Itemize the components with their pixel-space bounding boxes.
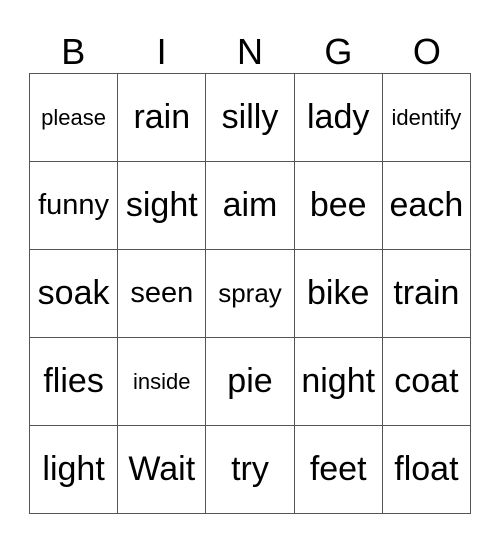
bingo-cell[interactable]: spray [206, 250, 295, 338]
bingo-cell[interactable]: night [294, 338, 383, 426]
bingo-cell[interactable]: funny [30, 162, 119, 250]
bingo-cell[interactable]: soak [30, 250, 119, 338]
bingo-cell[interactable]: feet [294, 426, 383, 514]
header-letter-n: N [237, 31, 264, 72]
header-letter-i: I [156, 31, 167, 72]
bingo-cell[interactable]: please [30, 74, 119, 162]
bingo-cell[interactable]: pie [206, 338, 295, 426]
bingo-cell[interactable]: sight [118, 162, 207, 250]
bingo-cell[interactable]: float [382, 426, 471, 514]
bingo-cell[interactable]: aim [206, 162, 295, 250]
bingo-cell[interactable]: try [206, 426, 295, 514]
bingo-cell[interactable]: train [382, 250, 471, 338]
header-letter-g: G [324, 31, 353, 72]
bingo-header: B I N G O [29, 30, 471, 73]
bingo-cell[interactable]: each [382, 162, 471, 250]
bingo-cell[interactable]: seen [118, 250, 207, 338]
bingo-cell[interactable]: light [30, 426, 119, 514]
bingo-cell[interactable]: inside [118, 338, 207, 426]
header-letter-o: O [412, 31, 441, 72]
bingo-cell[interactable]: lady [294, 74, 383, 162]
bingo-cell[interactable]: silly [206, 74, 295, 162]
bingo-cell[interactable]: rain [118, 74, 207, 162]
bingo-cell[interactable]: coat [382, 338, 471, 426]
bingo-cell[interactable]: flies [30, 338, 119, 426]
bingo-cell[interactable]: identify [382, 74, 471, 162]
bingo-cell[interactable]: Wait [118, 426, 207, 514]
bingo-cell[interactable]: bike [294, 250, 383, 338]
bingo-card-grid: please rain silly lady identify funny sight aim… [29, 73, 471, 514]
header-letter-b: B [61, 31, 86, 72]
bingo-cell[interactable]: bee [294, 162, 383, 250]
